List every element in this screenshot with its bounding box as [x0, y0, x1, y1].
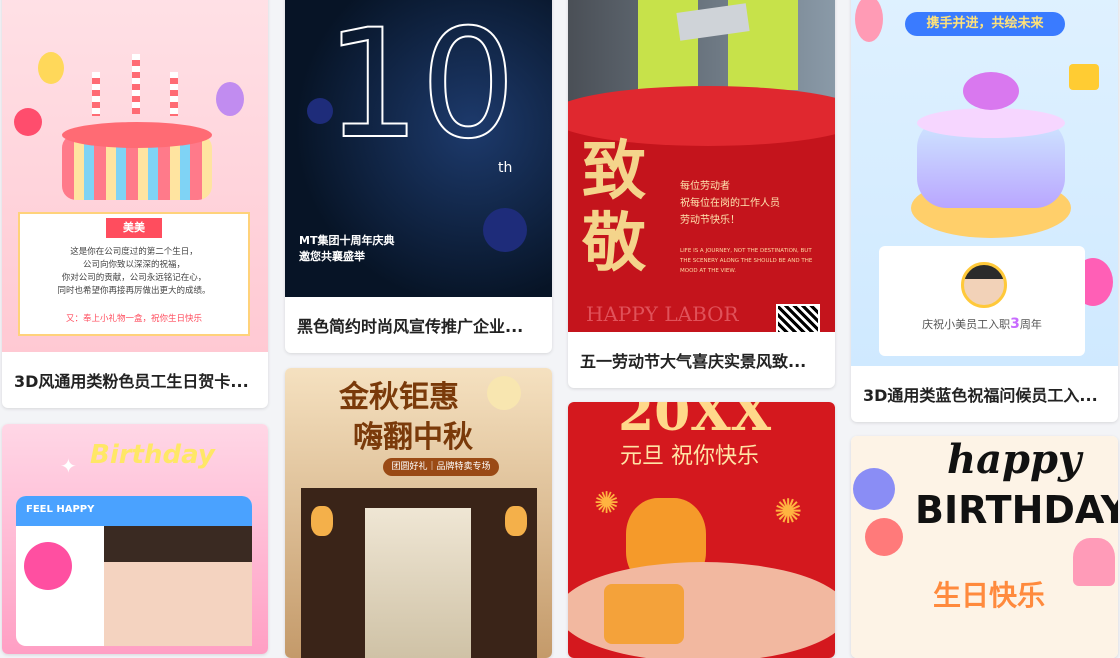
firework: ✺ [594, 486, 620, 521]
feel-happy: FEEL HAPPY [26, 504, 95, 515]
wishes: 每位劳动者 祝每位在岗的工作人员 劳动节快乐！ [680, 181, 780, 226]
cake-icon [903, 72, 1079, 248]
birthday-word: BIRTHDAY [915, 488, 1118, 532]
big-number: 10 [324, 0, 517, 172]
orb [483, 208, 527, 252]
balloon-yellow [38, 52, 64, 84]
star-icon: ✦ [60, 454, 77, 478]
year-text: 20XX [618, 402, 772, 443]
portrait [104, 526, 252, 646]
lantern [505, 506, 527, 536]
heart-icon [24, 542, 72, 590]
firework: ✺ [774, 492, 803, 532]
greeting-message: 这是你在公司度过的第二个生日， 公司向你致以深深的祝福， 你对公司的贡献，公司永… [57, 247, 211, 296]
orb [307, 98, 333, 124]
template-card[interactable]: 金秋钜惠 嗨翻中秋 团圆好礼｜品牌特卖专场 [285, 368, 552, 658]
birthday-cn: 生日快乐 [933, 579, 1046, 612]
card-thumbnail[interactable]: 金秋钜惠 嗨翻中秋 团圆好礼｜品牌特卖专场 [285, 368, 552, 658]
event-line-1: MT集团十周年庆典 [299, 234, 395, 247]
name-badge: 美美 [106, 218, 162, 238]
template-card[interactable]: Birthday ✦ FEEL HAPPY [2, 424, 268, 654]
card-title[interactable]: 3D通用类蓝色祝福问候员工入... [851, 366, 1118, 422]
card-thumbnail[interactable]: 美美 这是你在公司度过的第二个生日， 公司向你致以深深的祝福， 你对公司的贡献，… [2, 0, 268, 352]
template-card[interactable]: 美美 这是你在公司度过的第二个生日， 公司向你致以深深的祝福， 你对公司的贡献，… [2, 0, 268, 408]
card-title[interactable]: 3D风通用类粉色员工生日贺卡... [2, 352, 268, 408]
cupcake-icon [1073, 538, 1115, 586]
number-suffix: th [498, 160, 513, 176]
cake-icon [62, 54, 212, 200]
headline-1: 金秋钜惠 [339, 380, 459, 415]
greeting-card: 美美 这是你在公司度过的第二个生日， 公司向你致以深深的祝福， 你对公司的贡献，… [18, 212, 250, 336]
moon [487, 376, 521, 410]
card-title[interactable]: 五一劳动节大气喜庆实景风致... [568, 332, 835, 388]
card-thumbnail[interactable]: 20XX 元旦 祝你快乐 ✺ ✺ [568, 402, 835, 658]
big-char-zhi: 致 [582, 134, 646, 209]
gift-line: 又：奉上小礼物一盒，祝你生日快乐 [65, 314, 202, 324]
calendar [604, 584, 684, 644]
card-thumbnail[interactable]: Birthday ✦ FEEL HAPPY [2, 424, 268, 654]
big-char-jing: 敬 [582, 206, 646, 281]
promo-tag: 团圆好礼｜品牌特卖专场 [383, 458, 499, 476]
balloon-heart [14, 108, 42, 136]
card-thumbnail[interactable]: 10 th MT集团十周年庆典 邀您共襄盛举 [285, 0, 552, 297]
happy-script: happy [947, 436, 1082, 483]
lantern [311, 506, 333, 536]
event-line-2: 邀您共襄盛举 [299, 250, 365, 263]
birthday-word: Birthday [90, 440, 215, 470]
template-card[interactable]: 10 th MT集团十周年庆典 邀您共襄盛举 黑色简约时尚风宣传推广企业... [285, 0, 552, 353]
slogan-banner: 携手并进，共绘未来 [905, 12, 1065, 36]
headline-2: 嗨翻中秋 [353, 420, 473, 455]
celebrate-card: 庆祝小美员工入职3周年 [879, 246, 1085, 356]
hot-air-balloon [855, 0, 883, 42]
template-card[interactable]: happy BIRTHDAY 生日快乐 [851, 436, 1118, 658]
template-card[interactable]: 携手并进，共绘未来 庆祝小美员工入职3周年 3D通用类蓝色祝福问候员工入... [851, 0, 1118, 422]
card-thumbnail[interactable]: 携手并进，共绘未来 庆祝小美员工入职3周年 [851, 0, 1118, 366]
template-card[interactable]: 20XX 元旦 祝你快乐 ✺ ✺ [568, 402, 835, 658]
lollipop [853, 468, 895, 510]
frame-header: FEEL HAPPY [16, 496, 252, 526]
template-card[interactable]: 致 敬 每位劳动者 祝每位在岗的工作人员 劳动节快乐！ LIFE IS A JO… [568, 0, 835, 388]
painting [365, 508, 471, 658]
qr-code [776, 304, 820, 332]
card-thumbnail[interactable]: 致 敬 每位劳动者 祝每位在岗的工作人员 劳动节快乐！ LIFE IS A JO… [568, 0, 835, 332]
lollipop [865, 518, 903, 556]
card-thumbnail[interactable]: happy BIRTHDAY 生日快乐 [851, 436, 1118, 658]
room-scene [301, 488, 537, 658]
card-title[interactable]: 黑色简约时尚风宣传推广企业... [285, 297, 552, 353]
celebrate-text: 庆祝小美员工入职3周年 [922, 316, 1042, 332]
english-text: LIFE IS A JOURNEY, NOT THE DESTINATION, … [680, 248, 813, 274]
balloon-purple [216, 82, 244, 116]
avatar [961, 262, 1007, 308]
happy-labor: HAPPY LABOR [586, 302, 739, 326]
greeting: 元旦 祝你快乐 [620, 444, 759, 469]
